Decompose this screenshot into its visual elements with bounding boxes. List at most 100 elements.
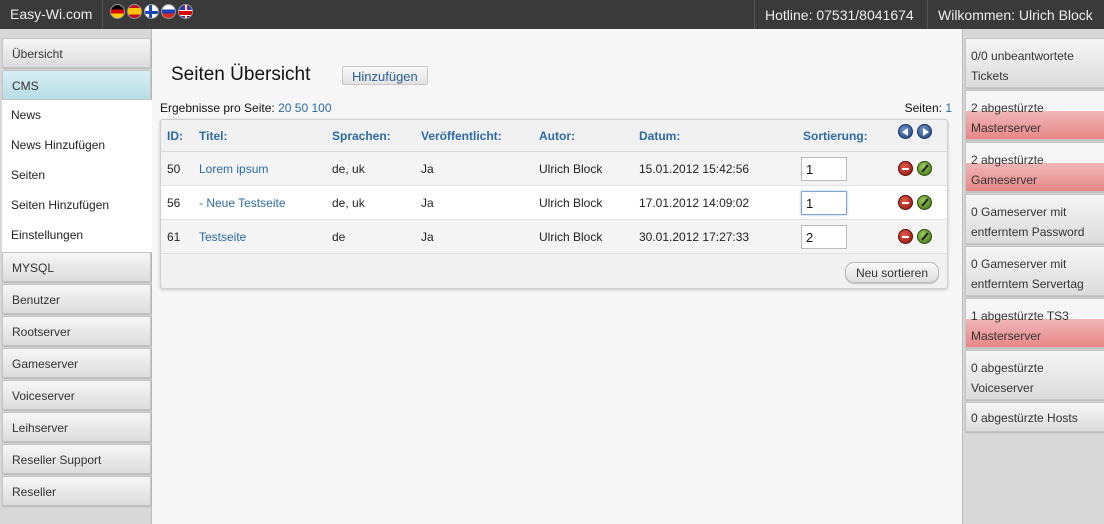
sidebar-item-reseller-support[interactable]: Reseller Support bbox=[2, 444, 151, 474]
language-flags bbox=[110, 4, 193, 19]
status-removed-servertag[interactable]: 0 Gameserver mit entferntem Servertag bbox=[965, 246, 1104, 296]
sidebar-item-gameserver[interactable]: Gameserver bbox=[2, 348, 151, 378]
sidebar-item-rootserver[interactable]: Rootserver bbox=[2, 316, 151, 346]
subnav-item-pages-add[interactable]: Seiten Hinzufügen bbox=[2, 190, 152, 220]
column-author[interactable]: Autor: bbox=[539, 129, 575, 143]
status-hosts[interactable]: 0 abgestürzte Hosts bbox=[965, 402, 1104, 432]
cell-id: 56 bbox=[167, 196, 181, 210]
pages-table: ID: Titel: Sprachen: Veröffentlicht: Aut… bbox=[160, 119, 948, 289]
status-line: 2 abgestürzte bbox=[971, 101, 1044, 115]
next-page-icon[interactable] bbox=[917, 124, 932, 139]
edit-icon[interactable] bbox=[917, 195, 932, 210]
status-sidebar: 0/0 unbeantwortete Tickets 2 abgestürzte… bbox=[962, 29, 1104, 524]
sidebar-item-uebersicht[interactable]: Übersicht bbox=[2, 38, 151, 68]
table-row: 56 - Neue Testseite de, uk Ja Ulrich Blo… bbox=[161, 186, 947, 220]
per-page-100-link[interactable]: 100 bbox=[311, 101, 331, 115]
status-line: Masterserver bbox=[971, 121, 1042, 135]
sidebar-item-users[interactable]: Benutzer bbox=[2, 284, 151, 314]
status-tickets[interactable]: 0/0 unbeantwortete Tickets bbox=[965, 38, 1104, 88]
subnav-item-pages[interactable]: Seiten bbox=[2, 160, 152, 190]
column-title[interactable]: Titel: bbox=[199, 129, 227, 143]
pages-label: Seiten: bbox=[904, 101, 942, 115]
status-line: 0/0 unbeantwortete bbox=[971, 49, 1074, 63]
column-sort[interactable]: Sortierung: bbox=[803, 129, 868, 143]
status-ts3-masterserver[interactable]: 1 abgestürzte TS3 Masterserver bbox=[965, 298, 1104, 348]
cell-author: Ulrich Block bbox=[539, 162, 603, 176]
delete-icon[interactable] bbox=[898, 161, 913, 176]
add-page-button[interactable]: Hinzufügen bbox=[342, 66, 428, 85]
cell-languages: de, uk bbox=[332, 162, 365, 176]
status-line: entferntem Servertag bbox=[971, 277, 1084, 291]
column-published[interactable]: Veröffentlicht: bbox=[421, 129, 502, 143]
pagination: Seiten: 1 bbox=[905, 101, 952, 115]
cell-id: 61 bbox=[167, 230, 181, 244]
cms-submenu: News News Hinzufügen Seiten Seiten Hinzu… bbox=[2, 100, 152, 252]
cell-date: 17.01.2012 14:09:02 bbox=[639, 196, 750, 210]
column-date[interactable]: Datum: bbox=[639, 129, 680, 143]
status-line: 0 abgestürzte bbox=[971, 361, 1044, 375]
status-line: 1 abgestürzte TS3 bbox=[971, 309, 1069, 323]
subnav-item-news-add[interactable]: News Hinzufügen bbox=[2, 130, 152, 160]
subnav-item-settings[interactable]: Einstellungen bbox=[2, 220, 152, 250]
sidebar-item-voiceserver[interactable]: Voiceserver bbox=[2, 380, 151, 410]
welcome-user[interactable]: Wilkommen: Ulrich Block bbox=[927, 0, 1104, 29]
resort-button[interactable]: Neu sortieren bbox=[844, 262, 939, 283]
sort-order-input[interactable] bbox=[801, 225, 847, 249]
column-id[interactable]: ID: bbox=[167, 129, 183, 143]
table-row: 50 Lorem ipsum de, uk Ja Ulrich Block 15… bbox=[161, 152, 947, 186]
cell-id: 50 bbox=[167, 162, 181, 176]
page-title: Seiten Übersicht bbox=[171, 64, 311, 85]
brand-logo[interactable]: Easy-Wi.com bbox=[0, 0, 104, 29]
status-line: 0 Gameserver mit bbox=[971, 257, 1067, 271]
status-line: 2 abgestürzte bbox=[971, 153, 1044, 167]
per-page-20-link[interactable]: 20 bbox=[278, 101, 291, 115]
sidebar-item-mysql[interactable]: MYSQL bbox=[2, 252, 151, 282]
cell-published: Ja bbox=[421, 230, 434, 244]
sidebar-item-reseller[interactable]: Reseller bbox=[2, 476, 151, 506]
cell-title-link[interactable]: Testseite bbox=[199, 230, 246, 244]
column-languages[interactable]: Sprachen: bbox=[332, 129, 391, 143]
cell-title-link[interactable]: Lorem ipsum bbox=[199, 162, 268, 176]
sort-order-input[interactable] bbox=[801, 191, 847, 215]
flag-ru-icon[interactable] bbox=[161, 4, 176, 19]
flag-es-icon[interactable] bbox=[127, 4, 142, 19]
edit-icon[interactable] bbox=[917, 161, 932, 176]
sidebar: Übersicht CMS News News Hinzufügen Seite… bbox=[0, 29, 152, 524]
cell-published: Ja bbox=[421, 162, 434, 176]
hotline-text: Hotline: 07531/8041674 bbox=[754, 0, 924, 29]
table-header: ID: Titel: Sprachen: Veröffentlicht: Aut… bbox=[161, 120, 947, 152]
page-1-link[interactable]: 1 bbox=[945, 101, 952, 115]
status-gameserver[interactable]: 2 abgestürzte Gameserver bbox=[965, 142, 1104, 192]
status-removed-password[interactable]: 0 Gameserver mit entferntem Password bbox=[965, 194, 1104, 244]
previous-page-icon[interactable] bbox=[898, 124, 913, 139]
cell-date: 15.01.2012 15:42:56 bbox=[639, 162, 750, 176]
cell-author: Ulrich Block bbox=[539, 230, 603, 244]
cell-languages: de bbox=[332, 230, 346, 244]
sidebar-item-cms[interactable]: CMS bbox=[2, 70, 151, 100]
status-line: Tickets bbox=[971, 69, 1009, 83]
delete-icon[interactable] bbox=[898, 229, 913, 244]
status-line: 0 Gameserver mit bbox=[971, 205, 1067, 219]
status-line: 0 abgestürzte Hosts bbox=[971, 411, 1078, 425]
cell-author: Ulrich Block bbox=[539, 196, 603, 210]
flag-uk-icon[interactable] bbox=[178, 4, 193, 19]
sort-order-input[interactable] bbox=[801, 157, 847, 181]
status-line: entferntem Password bbox=[971, 225, 1085, 239]
main-content: Seiten Übersicht Hinzufügen Ergebnisse p… bbox=[153, 29, 962, 524]
status-line: Gameserver bbox=[971, 173, 1038, 187]
edit-icon[interactable] bbox=[917, 229, 932, 244]
flag-fi-icon[interactable] bbox=[144, 4, 159, 19]
per-page-50-link[interactable]: 50 bbox=[295, 101, 308, 115]
results-per-page: Ergebnisse pro Seite: 20 50 100 bbox=[160, 101, 332, 115]
status-masterserver[interactable]: 2 abgestürzte Masterserver bbox=[965, 90, 1104, 140]
status-voiceserver[interactable]: 0 abgestürzte Voiceserver bbox=[965, 350, 1104, 400]
subnav-item-news[interactable]: News bbox=[2, 100, 152, 130]
cell-title-link[interactable]: - Neue Testseite bbox=[199, 196, 286, 210]
status-line: Voiceserver bbox=[971, 381, 1034, 395]
flag-de-icon[interactable] bbox=[110, 4, 125, 19]
delete-icon[interactable] bbox=[898, 195, 913, 210]
per-page-label: Ergebnisse pro Seite: bbox=[160, 101, 275, 115]
cell-languages: de, uk bbox=[332, 196, 365, 210]
sidebar-item-leihserver[interactable]: Leihserver bbox=[2, 412, 151, 442]
cell-date: 30.01.2012 17:27:33 bbox=[639, 230, 750, 244]
